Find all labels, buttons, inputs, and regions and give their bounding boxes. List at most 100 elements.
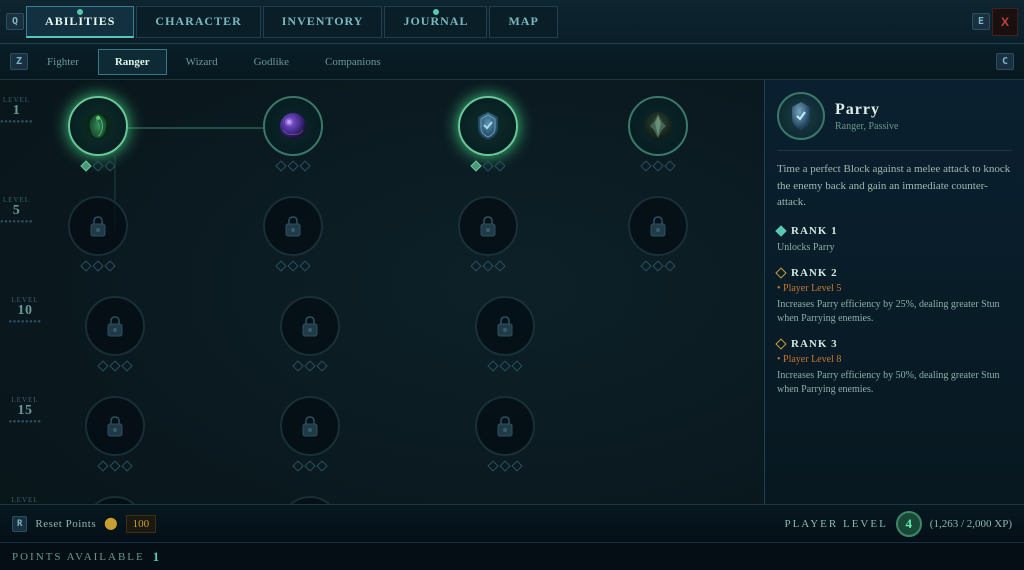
- tab-character[interactable]: CHARACTER: [136, 6, 260, 38]
- skill-dots-10-0: [99, 362, 131, 370]
- points-bar: POINTS AVAILABLE 1: [0, 542, 1024, 570]
- skill-slot-spacer-5-5: [553, 188, 593, 270]
- skill-icon-wrap-10-2[interactable]: [280, 296, 340, 356]
- skill-dot: [652, 160, 663, 171]
- skill-dot: [640, 260, 651, 271]
- main-container: Q ABILITIES CHARACTER INVENTORY JOURNAL …: [0, 0, 1024, 570]
- skill-icon-wrap-0-0[interactable]: [68, 96, 128, 156]
- class-nav: Z Fighter Ranger Wizard Godlike Companio…: [0, 44, 1024, 80]
- skill-dot: [511, 360, 522, 371]
- skill-icon-wrap-0-4[interactable]: [458, 96, 518, 156]
- close-button[interactable]: X: [992, 8, 1018, 36]
- skill-dot: [482, 260, 493, 271]
- key-r-badge: R: [12, 516, 27, 532]
- skill-dots-5-0: [82, 262, 114, 270]
- skill-dots-10-4: [489, 362, 521, 370]
- skill-dots-5-6: [642, 262, 674, 270]
- skill-icon-0-4: [458, 96, 518, 156]
- skill-icon-10-2: [280, 296, 340, 356]
- player-level-section: PLAYER LEVEL 4 (1,263 / 2,000 XP): [784, 511, 1012, 537]
- skill-slot-10-2: [245, 288, 375, 370]
- skill-dots-5-4: [472, 262, 504, 270]
- tab-map[interactable]: MAP: [489, 6, 557, 38]
- skill-icon-wrap-5-6[interactable]: [628, 196, 688, 256]
- skill-icon-wrap-10-4[interactable]: [475, 296, 535, 356]
- rank-2-description: Increases Parry efficiency by 25%, deali…: [777, 298, 1012, 326]
- skill-dots-0-6: [642, 162, 674, 170]
- skill-dot: [316, 460, 327, 471]
- class-tab-companions[interactable]: Companions: [308, 49, 398, 75]
- skill-dot: [640, 160, 651, 171]
- skill-row-level5: LEVEL 5 ●●●●●●●●: [0, 188, 764, 288]
- skill-icon-10-0: [85, 296, 145, 356]
- skill-icon-wrap-10-0[interactable]: [85, 296, 145, 356]
- skill-dot: [304, 460, 315, 471]
- skill-dot: [499, 360, 510, 371]
- skill-slot-0-8: [763, 88, 764, 170]
- tab-journal[interactable]: JOURNAL: [384, 6, 487, 38]
- lock-overlay: [87, 498, 143, 504]
- rank-3-description: Increases Parry efficiency by 50%, deali…: [777, 369, 1012, 397]
- skill-icon-wrap-15-0[interactable]: [85, 396, 145, 456]
- skill-slot-spacer-5-1: [163, 188, 228, 270]
- skill-icon-wrap-15-4[interactable]: [475, 396, 535, 456]
- skill-dot: [304, 360, 315, 371]
- skill-icon-wrap-5-0[interactable]: [68, 196, 128, 256]
- lock-overlay: [282, 398, 338, 454]
- points-available-label: POINTS AVAILABLE: [12, 551, 145, 563]
- coin-icon: ⬤: [104, 516, 117, 531]
- skill-dot: [80, 260, 91, 271]
- skill-icon-wrap-20-2[interactable]: [280, 496, 340, 504]
- lock-icon-svg: [104, 414, 126, 438]
- skill-icon-wrap-15-2[interactable]: [280, 396, 340, 456]
- lock-icon-svg: [494, 414, 516, 438]
- class-tab-godlike[interactable]: Godlike: [237, 49, 306, 75]
- tab-inventory[interactable]: INVENTORY: [263, 6, 383, 38]
- skill-icon-wrap-5-2[interactable]: [263, 196, 323, 256]
- skill-icon-wrap-20-0[interactable]: [85, 496, 145, 504]
- skill-dots-10-2: [294, 362, 326, 370]
- detail-title-block: Parry Ranger, Passive: [835, 101, 1012, 132]
- rank-header-1: RANK 1: [777, 225, 1012, 237]
- detail-skill-name: Parry: [835, 101, 1012, 119]
- skill-icon-wrap-0-2[interactable]: [263, 96, 323, 156]
- skill-dot: [121, 460, 132, 471]
- skill-row-level10: LEVEL 10 ●●●●●●●●: [0, 288, 764, 388]
- lock-icon-svg: [477, 214, 499, 238]
- skill-dot: [104, 160, 115, 171]
- skill-slot-spacer-15-3: [375, 388, 440, 470]
- skill-slot-spacer-15-1: [180, 388, 245, 470]
- skill-icon-wrap-0-6[interactable]: [628, 96, 688, 156]
- skill-slot-5-4: [423, 188, 553, 270]
- skill-icon-20-2: [280, 496, 340, 504]
- skill-slot-0-4: [423, 88, 553, 170]
- skill-dot: [487, 360, 498, 371]
- class-tab-fighter[interactable]: Fighter: [30, 49, 96, 75]
- rank-2-label: RANK 2: [791, 267, 838, 279]
- skill-dot: [511, 460, 522, 471]
- skill-slot-spacer-0-5: [553, 88, 593, 170]
- lock-icon-svg: [494, 314, 516, 338]
- skill-dot: [499, 460, 510, 471]
- top-nav: Q ABILITIES CHARACTER INVENTORY JOURNAL …: [0, 0, 1024, 44]
- class-tab-wizard[interactable]: Wizard: [169, 49, 235, 75]
- lock-overlay: [477, 398, 533, 454]
- skill-dots-15-0: [99, 462, 131, 470]
- player-level-badge: 4: [896, 511, 922, 537]
- shield-skill-svg: [470, 108, 506, 144]
- skill-dot: [316, 360, 327, 371]
- skill-dot: [121, 360, 132, 371]
- reset-points-button[interactable]: Reset Points: [35, 518, 96, 530]
- skill-icon-0-6: [628, 96, 688, 156]
- skill-slot-20-0: [50, 488, 180, 504]
- skill-slot-5-2: [228, 188, 358, 270]
- rank-1-unlock-text: Unlocks Parry: [777, 241, 1012, 255]
- skill-dot: [494, 160, 505, 171]
- tab-abilities[interactable]: ABILITIES: [26, 6, 134, 38]
- lock-overlay: [282, 498, 338, 504]
- class-tab-ranger[interactable]: Ranger: [98, 49, 167, 75]
- detail-skill-subtitle: Ranger, Passive: [835, 121, 1012, 132]
- skill-slot-20-2: [245, 488, 375, 504]
- skill-icon-wrap-5-4[interactable]: [458, 196, 518, 256]
- skill-slot-spacer-10-1: [180, 288, 245, 370]
